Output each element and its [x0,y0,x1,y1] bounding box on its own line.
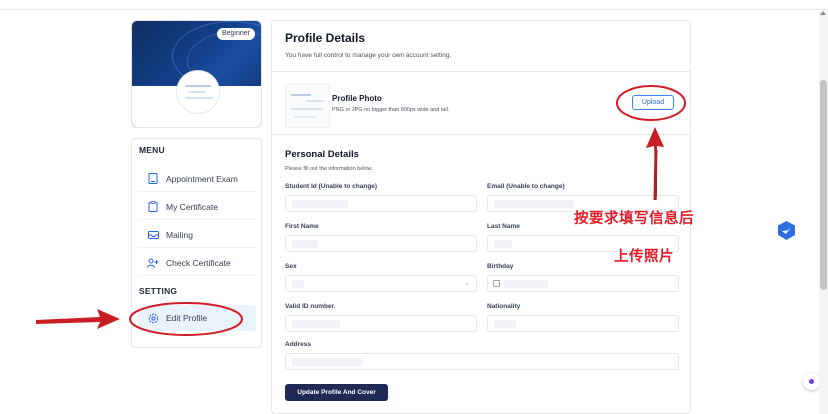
valid-id-field[interactable] [285,315,477,332]
menu-heading: MENU [139,145,165,155]
personal-details-title: Personal Details [285,149,359,160]
nationality-label: Nationality [487,303,521,310]
upload-button[interactable]: Upload [632,95,674,110]
sidebar-item-my-certificate[interactable]: My Certificate [138,194,256,220]
first-name-label: First Name [285,223,319,230]
nationality-field[interactable] [487,315,679,332]
email-label: Email (Unable to change) [487,183,565,190]
chevron-down-icon: ⌄ [464,280,470,287]
sidebar-item-edit-profile[interactable]: Edit Profile [138,305,256,331]
setting-heading: SETTING [139,286,178,296]
user-plus-icon [146,256,160,270]
dot-icon [809,379,814,384]
mail-icon [146,228,160,242]
gear-icon [146,311,160,325]
profile-photo-thumbnail [285,83,330,128]
scroll-up-arrow-icon[interactable] [820,11,826,15]
student-id-field [285,195,477,212]
floating-assistant-button[interactable] [775,219,798,242]
tablet-icon [146,172,160,186]
first-name-field[interactable] [285,235,477,252]
page-subtitle: You have full control to manage your own… [285,52,452,59]
scrollbar[interactable] [819,10,828,414]
sex-select[interactable]: ⌄ [285,275,477,292]
divider [272,134,690,135]
divider [272,71,690,72]
sidebar-item-label: My Certificate [166,201,218,212]
page-title: Profile Details [285,31,366,45]
sidebar-item-label: Mailing [166,229,193,240]
profile-photo-hint: PNG or JPG no bigger than 800px wide and… [332,107,450,113]
avatar[interactable] [177,71,219,113]
profile-cover: Beginner [131,20,262,128]
sidebar-item-label: Check Certificate [166,257,231,268]
update-profile-button[interactable]: Update Profile And Cover [285,384,388,401]
sidebar-item-label: Appointment Exam [166,173,238,184]
sidebar-item-appointment-exam[interactable]: Appointment Exam [138,166,256,192]
student-id-label: Student Id (Unable to change) [285,183,378,190]
right-arrow [36,309,120,329]
annotation-instruction-line1: 按要求填写信息后 [574,211,694,227]
bird-icon [778,221,795,240]
sidebar-item-label: Edit Profile [166,313,208,323]
address-field[interactable] [285,353,679,370]
sex-label: Sex [285,263,297,270]
sidebar-item-check-certificate[interactable]: Check Certificate [138,250,256,276]
profile-photo-title: Profile Photo [332,94,382,103]
level-badge: Beginner [216,28,255,40]
floating-chat-button[interactable] [803,373,820,390]
clipboard-icon [146,200,160,214]
page: Beginner MENU Appointment Exam My Certif… [0,0,828,414]
calendar-icon [493,280,500,287]
last-name-label: Last Name [487,223,520,230]
scrollbar-thumb[interactable] [820,80,827,290]
birthday-field[interactable] [487,275,679,292]
top-bar [0,0,828,10]
birthday-label: Birthday [487,263,514,270]
annotation-instruction-line2: 上传照片 [614,249,674,265]
sidebar-menu: MENU Appointment Exam My Certificate Mai… [131,138,262,348]
address-label: Address [285,341,312,348]
personal-details-subtitle: Please fill out the information below. [285,166,373,172]
sidebar-item-mailing[interactable]: Mailing [138,222,256,248]
valid-id-label: Valid ID number. [285,303,336,310]
